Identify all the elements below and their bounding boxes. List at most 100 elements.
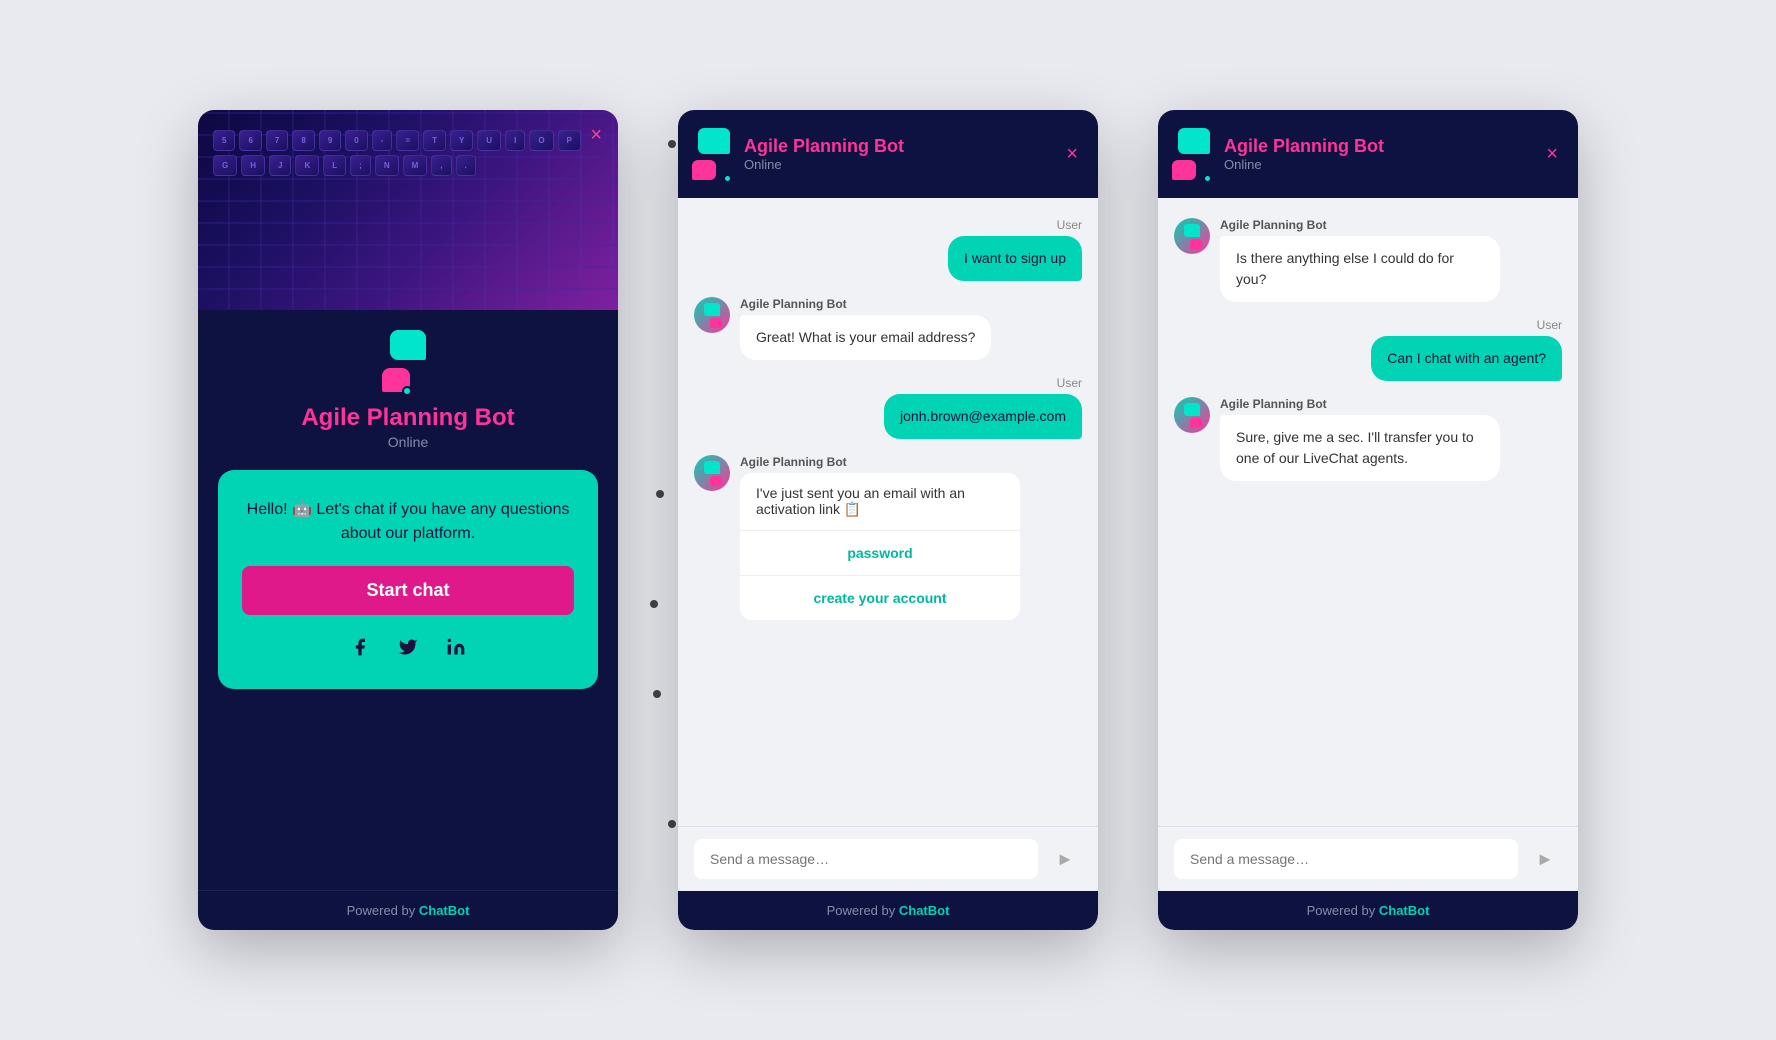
header-bubble-right [1172,160,1196,180]
key: K [295,155,319,176]
hero-banner: 5 6 7 8 9 0 - = T Y U I O P G H J K L ; [198,110,618,310]
key: M [403,155,428,176]
chat-header: Agile Planning Bot Online × [678,110,1098,198]
avatar-bubble-left [1184,224,1200,237]
bot-message-group: Agile Planning Bot Sure, give me a sec. … [1220,397,1500,481]
key: N [375,155,399,176]
send-button[interactable]: ► [1048,845,1082,874]
header-bubble-right [692,160,716,180]
twitter-icon[interactable] [394,633,422,661]
widget-chat-agent: Agile Planning Bot Online × Agile Planni… [1158,110,1578,930]
key: 5 [213,130,235,151]
bot-name-label: Agile Planning Bot [740,455,1020,469]
action-create-account-button[interactable]: create your account [740,576,1020,620]
avatar-bubble-right [1190,239,1202,249]
bot-name-label: Agile Planning Bot [740,297,991,311]
powered-text: Powered by [827,903,899,918]
header-bot-logo [698,128,730,180]
message-row: Agile Planning Bot Sure, give me a sec. … [1174,397,1562,481]
key: 0 [345,130,367,151]
user-bubble: Can I chat with an agent? [1371,336,1562,381]
bot-message-group: Agile Planning Bot I've just sent you an… [740,455,1020,620]
message-row: Agile Planning Bot Is there anything els… [1174,218,1562,302]
key: I [505,130,525,151]
chat-footer: ► [678,826,1098,891]
avatar-bubble-right [1190,418,1202,428]
powered-text: Powered by [1307,903,1379,918]
header-close-icon[interactable]: × [1066,143,1078,166]
powered-bar: Powered by ChatBot [198,890,618,930]
bot-avatar [694,455,730,491]
key: ; [350,155,371,176]
action-card: I've just sent you an email with an acti… [740,473,1020,620]
chatbot-link[interactable]: ChatBot [1379,903,1430,918]
bot-avatar [1174,218,1210,254]
greeting-box: Hello! 🤖 Let's chat if you have any ques… [218,470,598,689]
chatbot-link[interactable]: ChatBot [899,903,950,918]
key: J [269,155,291,176]
message-row: Agile Planning Bot I've just sent you an… [694,455,1082,620]
action-password-button[interactable]: password [740,531,1020,576]
key: G [213,155,237,176]
keyboard-background: 5 6 7 8 9 0 - = T Y U I O P G H J K L ; [198,110,618,310]
header-close-icon[interactable]: × [1546,143,1558,166]
bot-bubble: Is there anything else I could do for yo… [1220,236,1500,302]
key: , [431,155,451,176]
widget-body: Agile Planning Bot Online Hello! 🤖 Let's… [198,310,618,890]
online-status-dot [402,386,412,396]
key: U [477,130,501,151]
message-row: User I want to sign up [694,218,1082,281]
key: 7 [266,130,288,151]
message-row: User Can I chat with an agent? [1174,318,1562,381]
key: 8 [292,130,314,151]
key: L [323,155,346,176]
start-chat-button[interactable]: Start chat [242,566,574,615]
chat-header: Agile Planning Bot Online × [1158,110,1578,198]
close-icon[interactable]: × [590,124,602,147]
avatar-bubble-left [704,461,720,474]
user-bubble: I want to sign up [948,236,1082,281]
header-bot-logo [1178,128,1210,180]
powered-footer: Powered by ChatBot [1158,891,1578,930]
key: 6 [239,130,261,151]
key: = [396,130,419,151]
bot-name-label: Agile Planning Bot [1220,218,1500,232]
key: H [241,155,265,176]
facebook-icon[interactable] [346,633,374,661]
chat-footer: ► [1158,826,1578,891]
header-bot-name: Agile Planning Bot [1224,136,1532,157]
bot-bubble: Great! What is your email address? [740,315,991,360]
avatar-bubble-right [710,476,722,486]
greeting-text: Hello! 🤖 Let's chat if you have any ques… [242,498,574,546]
chat-body: User I want to sign up Agile Planning Bo… [678,198,1098,826]
bot-name: Agile Planning Bot [301,404,514,432]
header-info: Agile Planning Bot Online [744,136,1052,172]
message-sender: User [1537,318,1562,332]
social-icons [242,633,574,661]
message-sender: User [1057,218,1082,232]
key: - [372,130,393,151]
chat-bubble-left-icon [390,330,426,360]
key: O [529,130,553,151]
action-card-header: I've just sent you an email with an acti… [740,473,1020,531]
bot-status: Online [388,434,428,450]
header-bubble-left [698,128,730,154]
bot-message-group: Agile Planning Bot Is there anything els… [1220,218,1500,302]
bot-name-label: Agile Planning Bot [1220,397,1500,411]
message-sender: User [1057,376,1082,390]
key: 9 [319,130,341,151]
message-row: Agile Planning Bot Great! What is your e… [694,297,1082,360]
message-input[interactable] [1174,839,1518,879]
linkedin-icon[interactable] [442,633,470,661]
avatar-bubble-left [1184,403,1200,416]
send-button[interactable]: ► [1528,845,1562,874]
header-info: Agile Planning Bot Online [1224,136,1532,172]
chat-bubble-right-icon [382,368,410,392]
chatbot-link[interactable]: ChatBot [419,903,470,918]
user-bubble: jonh.brown@example.com [884,394,1082,439]
avatar-bubble-right [710,318,722,328]
avatar-bubble-left [704,303,720,316]
message-input[interactable] [694,839,1038,879]
bot-avatar [1174,397,1210,433]
key: T [423,130,446,151]
